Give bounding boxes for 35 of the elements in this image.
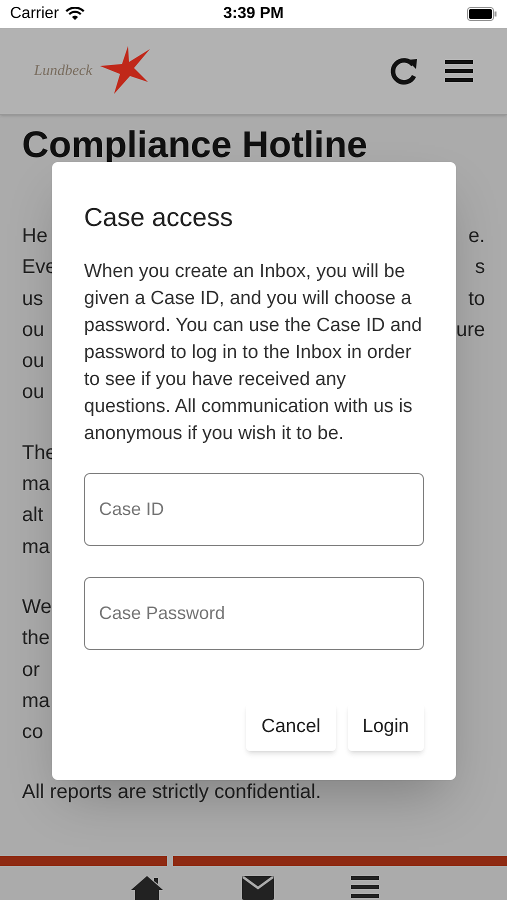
dialog-text: When you create an Inbox, you will be given a Case ID, and you will choose a password. You can use the Case ID and password to log in to the Inbox in order to see if you have received any questions. All communication with us is anonymous if you wish it to be.	[84, 260, 424, 446]
home-icon[interactable]	[128, 874, 164, 900]
battery-icon	[467, 7, 497, 21]
body-text: alt	[22, 503, 44, 528]
input-field[interactable]: Case Password	[84, 577, 424, 650]
body-text: to	[468, 286, 485, 312]
body-text: co	[22, 720, 44, 746]
input-field[interactable]: Case ID	[84, 473, 424, 546]
clock: 3:39 PM	[223, 4, 284, 24]
login-button[interactable]: Login	[348, 703, 424, 751]
body-text: us	[22, 286, 44, 312]
menu-icon[interactable]	[350, 874, 378, 900]
carrier-label: Carrier	[10, 4, 59, 24]
body-text: ma	[22, 534, 50, 560]
body-text: the	[22, 626, 50, 652]
cancel-button[interactable]: Cancel	[246, 703, 336, 751]
refresh-icon[interactable]	[389, 56, 419, 86]
body-text: ou	[22, 380, 44, 406]
wifi-icon	[64, 7, 85, 21]
menu-icon[interactable]	[445, 59, 473, 83]
body-text: ou	[22, 318, 44, 343]
body-text: He	[22, 224, 48, 249]
body-text: ou	[22, 349, 44, 374]
body-text: We	[22, 594, 52, 620]
body-text: All reports are strictly confidential.	[22, 780, 322, 806]
body-text: ma	[22, 688, 50, 714]
body-text: s	[475, 255, 485, 280]
logo-text: Lundbeck	[34, 62, 92, 81]
mail-icon[interactable]	[242, 874, 274, 900]
page-title: Compliance Hotline	[22, 125, 368, 165]
body-text: e.	[468, 224, 485, 249]
dialog-title: Case access	[84, 201, 234, 234]
body-text: or	[22, 658, 40, 683]
body-text: ure	[456, 318, 485, 343]
body-text: ma	[22, 472, 50, 498]
